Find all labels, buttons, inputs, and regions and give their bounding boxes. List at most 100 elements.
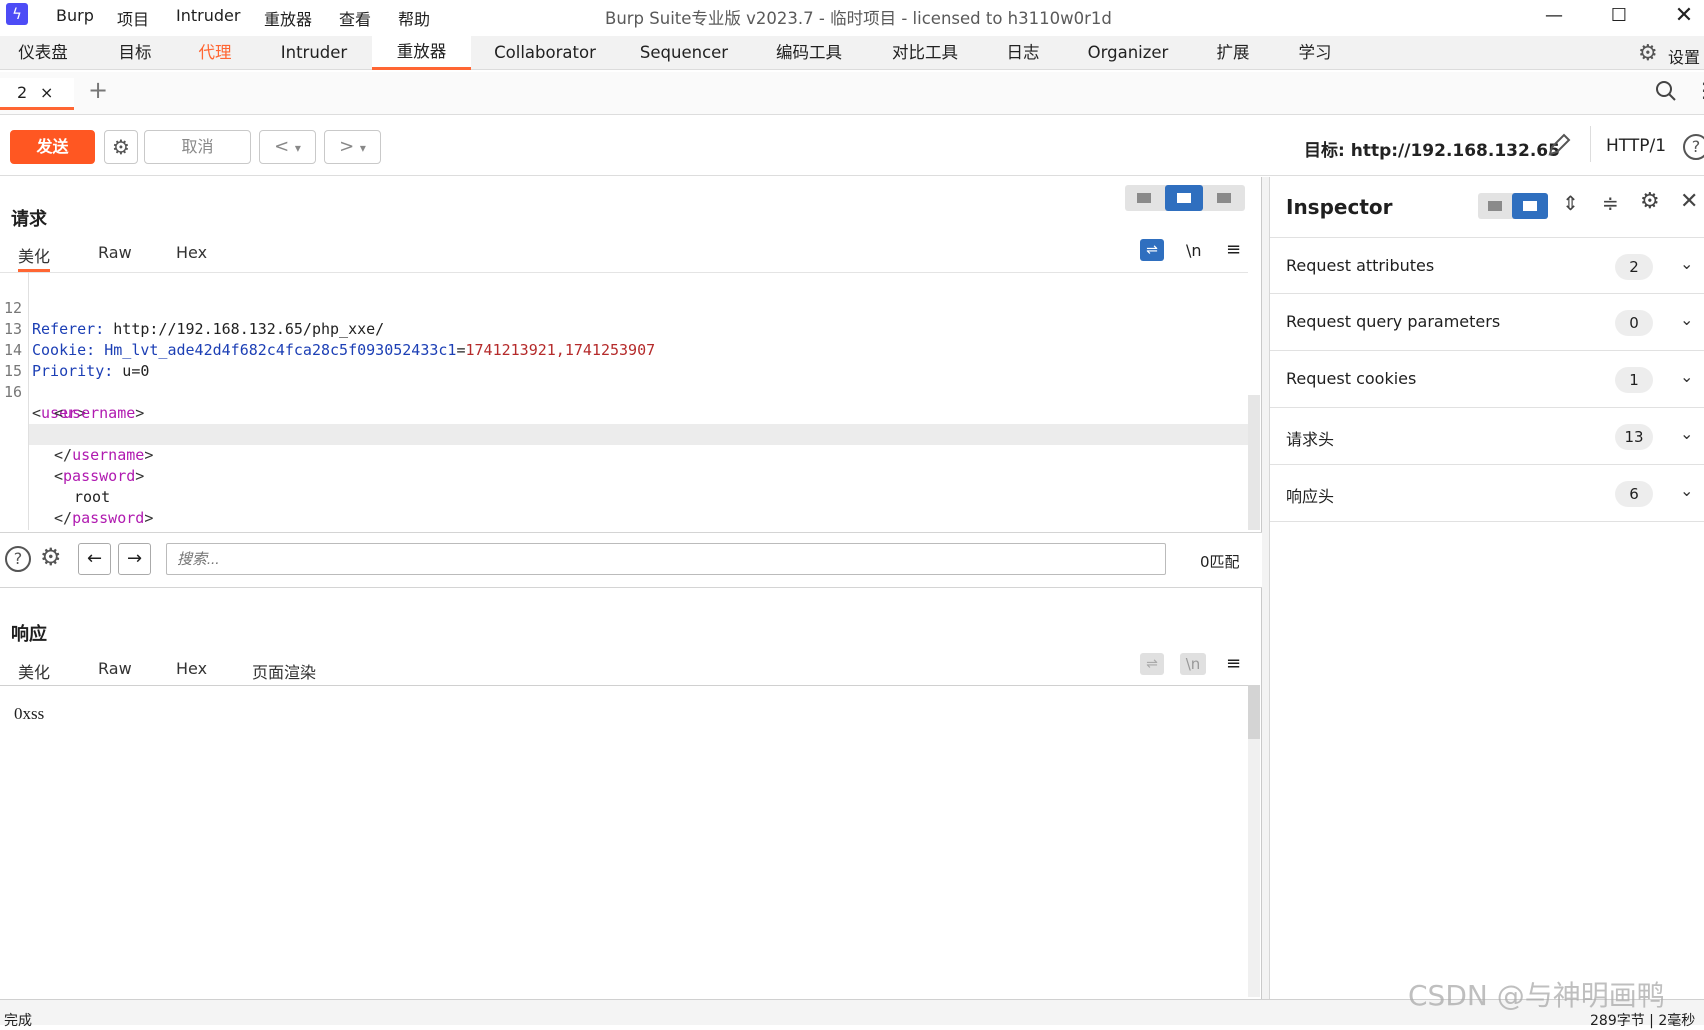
layout-stacked-icon[interactable] [1165, 185, 1203, 211]
request-toolbar: 发送 ⚙ 取消 < ▾ > ▾ 目标: http://192.168.132.6… [0, 116, 1704, 176]
send-settings-gear-icon[interactable]: ⚙ [104, 130, 138, 164]
repeater-tab-label: 2 [17, 83, 28, 102]
maximize-icon[interactable]: ☐ [1594, 2, 1644, 30]
response-render-view: 0xss [0, 685, 1248, 997]
tab-logger[interactable]: 日志 [994, 36, 1052, 70]
search-help-icon[interactable]: ? [5, 546, 31, 572]
search-settings-gear-icon[interactable]: ⚙ [40, 543, 62, 571]
code-line: 12 Referer: http://192.168.132.65/php_xx… [3, 299, 385, 338]
tab-target[interactable]: 目标 [100, 36, 170, 70]
request-menu-icon[interactable]: ≡ [1226, 239, 1241, 260]
menu-view[interactable]: 查看 [339, 6, 371, 30]
search-input[interactable] [166, 543, 1166, 575]
send-button[interactable]: 发送 [10, 130, 95, 164]
rendered-response-text: 0xss [14, 704, 45, 723]
back-dropdown-icon[interactable]: ▾ [295, 141, 301, 155]
tab-decoder[interactable]: 编码工具 [762, 36, 856, 70]
menu-burp[interactable]: Burp [56, 6, 94, 25]
layout-switcher [1125, 185, 1245, 211]
close-tab-icon[interactable]: × [40, 78, 53, 108]
pane-splitter[interactable] [1262, 177, 1270, 999]
newline-toggle[interactable]: \n [1186, 241, 1202, 260]
minimize-icon[interactable]: — [1529, 2, 1579, 30]
title-bar: ϟ Burp 项目 Intruder 重放器 查看 帮助 Burp Suite专… [0, 0, 1704, 32]
inspector-layout-left-icon[interactable] [1478, 193, 1512, 219]
code-line: 16 <user> [3, 383, 87, 422]
code-line: <username> [54, 404, 145, 422]
inspector-row-request-attributes[interactable]: Request attributes 2 ⌄ [1270, 237, 1704, 294]
count-badge: 1 [1615, 367, 1653, 393]
tab-repeater[interactable]: 重放器 [372, 36, 471, 70]
response-tab-raw[interactable]: Raw [98, 659, 132, 678]
inspector-row-request-headers[interactable]: 请求头 13 ⌄ [1270, 408, 1704, 465]
tab-organizer[interactable]: Organizer [1074, 36, 1182, 70]
tab-intruder[interactable]: Intruder [268, 36, 360, 70]
tab-extensions[interactable]: 扩展 [1204, 36, 1262, 70]
close-window-icon[interactable]: ✕ [1659, 2, 1704, 30]
layout-side-by-side-icon[interactable] [1125, 185, 1163, 211]
toolbar-divider [1590, 126, 1591, 162]
chevron-down-icon[interactable]: ⌄ [1680, 424, 1693, 443]
response-tab-pretty[interactable]: 美化 [18, 659, 50, 683]
chevron-down-icon[interactable]: ⌄ [1680, 254, 1693, 273]
target-url: 目标: http://192.168.132.65 [1304, 141, 1560, 161]
request-title: 请求 [11, 209, 47, 230]
tab-dashboard[interactable]: 仪表盘 [0, 36, 86, 70]
chevron-down-icon[interactable]: ⌄ [1680, 310, 1693, 329]
code-line: <password> [54, 467, 145, 485]
response-menu-icon[interactable]: ≡ [1226, 653, 1241, 674]
response-scroll-thumb[interactable] [1248, 685, 1260, 739]
history-back-button[interactable]: < ▾ [259, 130, 316, 164]
status-text: 完成 [4, 1013, 32, 1029]
previous-match-arrow-icon[interactable]: ← [78, 543, 111, 575]
chevron-down-icon[interactable]: ⌄ [1680, 367, 1693, 386]
menu-help[interactable]: 帮助 [398, 6, 430, 30]
inspector-settings-gear-icon[interactable]: ⚙ [1640, 189, 1660, 214]
menu-intruder[interactable]: Intruder [176, 6, 240, 25]
response-title: 响应 [11, 624, 47, 645]
request-scrollbar[interactable] [1248, 395, 1260, 530]
inspector-layout-right-icon[interactable] [1512, 193, 1548, 219]
http-version-toggle[interactable]: HTTP/1 [1606, 136, 1666, 156]
add-tab-icon[interactable]: + [88, 76, 108, 104]
history-forward-button[interactable]: > ▾ [324, 130, 381, 164]
help-icon[interactable]: ? [1683, 134, 1704, 160]
response-tab-hex[interactable]: Hex [176, 659, 207, 678]
settings-gear-icon[interactable]: ⚙ [1638, 41, 1658, 66]
menu-project[interactable]: 项目 [117, 6, 149, 30]
more-options-icon[interactable]: ⋮ [1694, 78, 1704, 102]
request-editor[interactable]: 12 Referer: http://192.168.132.65/php_xx… [0, 272, 1248, 530]
inspector-row-response-headers[interactable]: 响应头 6 ⌄ [1270, 465, 1704, 522]
code-line: root [74, 488, 111, 506]
layout-single-icon[interactable] [1205, 185, 1243, 211]
settings-label[interactable]: 设置 [1668, 44, 1700, 68]
collapse-all-icon[interactable]: ≑ [1602, 191, 1619, 215]
tab-sequencer[interactable]: Sequencer [628, 36, 740, 70]
chevron-down-icon[interactable]: ⌄ [1680, 481, 1693, 500]
menu-repeater[interactable]: 重放器 [264, 6, 312, 30]
tab-learn[interactable]: 学习 [1284, 36, 1346, 70]
tab-collaborator[interactable]: Collaborator [484, 36, 606, 70]
count-badge: 13 [1615, 424, 1653, 450]
edit-target-pencil-icon[interactable] [1546, 132, 1572, 158]
search-icon[interactable] [1654, 79, 1678, 103]
response-tab-render[interactable]: 页面渲染 [230, 659, 339, 688]
count-badge: 0 [1615, 310, 1653, 336]
next-match-arrow-icon[interactable]: → [118, 543, 151, 575]
forward-dropdown-icon[interactable]: ▾ [360, 141, 366, 155]
cancel-button[interactable]: 取消 [144, 130, 251, 164]
word-wrap-icon[interactable]: ⇌ [1140, 239, 1164, 261]
inspector-row-query-parameters[interactable]: Request query parameters 0 ⌄ [1270, 294, 1704, 351]
request-tab-pretty[interactable]: 美化 [18, 243, 51, 272]
repeater-tab-2[interactable]: 2 × [0, 78, 74, 110]
response-scrollbar[interactable] [1248, 685, 1260, 997]
inspector-row-request-cookies[interactable]: Request cookies 1 ⌄ [1270, 351, 1704, 408]
request-tab-raw[interactable]: Raw [98, 243, 132, 262]
response-word-wrap-icon[interactable]: ⇌ [1140, 653, 1164, 675]
request-tab-hex[interactable]: Hex [176, 243, 207, 262]
expand-all-icon[interactable]: ⇕ [1562, 191, 1579, 215]
tab-comparer[interactable]: 对比工具 [878, 36, 972, 70]
inspector-close-icon[interactable]: ✕ [1680, 189, 1698, 214]
response-newline-toggle[interactable]: \n [1180, 653, 1206, 675]
tab-proxy[interactable]: 代理 [180, 36, 250, 70]
